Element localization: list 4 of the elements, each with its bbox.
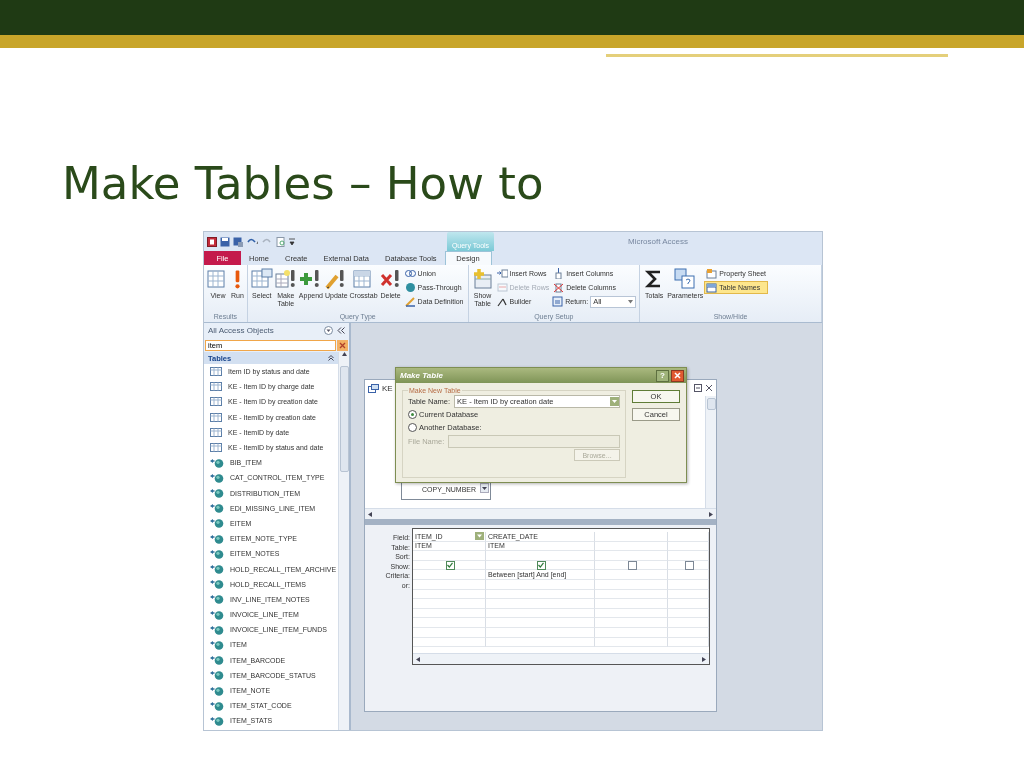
window-title: KE [382, 383, 393, 393]
dialog-title: Make Table [400, 371, 444, 380]
window-title: Microsoft Access [627, 236, 689, 248]
slide-title: Make Tables – How to [62, 156, 545, 212]
